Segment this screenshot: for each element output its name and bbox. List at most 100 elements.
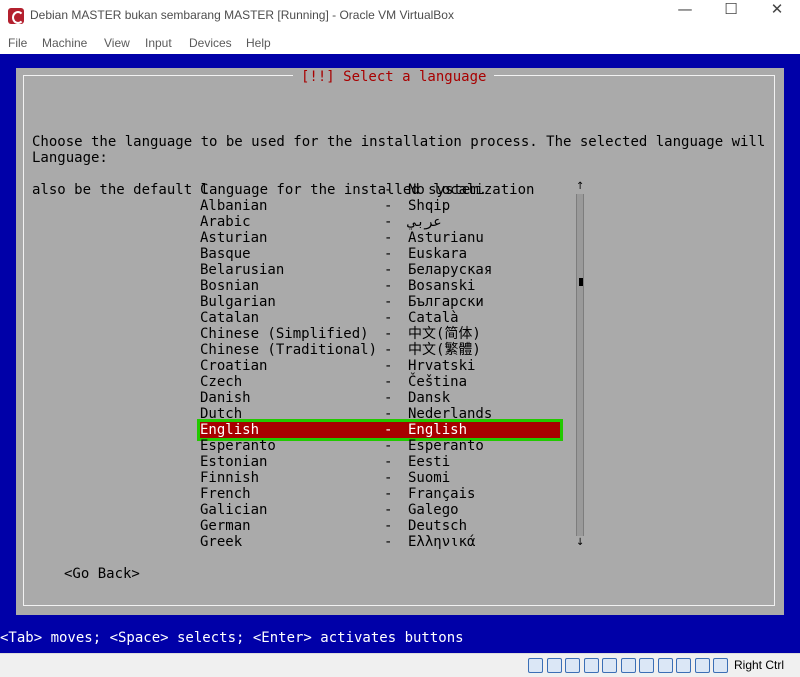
language-native-name: English — [408, 422, 468, 438]
installer-dialog: [!!] Select a language Choose the langua… — [16, 68, 784, 615]
language-option[interactable]: Albanian - Shqip — [200, 198, 560, 214]
minimize-button[interactable]: — — [662, 0, 708, 32]
language-separator: - — [384, 342, 393, 358]
language-separator: - — [384, 470, 393, 486]
scrollbar-track[interactable] — [576, 194, 584, 536]
vm-screen[interactable]: [!!] Select a language Choose the langua… — [0, 54, 800, 653]
language-name: Arabic — [200, 214, 251, 230]
language-native-name: Български — [408, 294, 484, 310]
scroll-up-arrow-icon[interactable]: ↑ — [576, 182, 584, 192]
display-icon[interactable] — [639, 658, 654, 673]
language-option[interactable]: Greek - Ελληνικά — [200, 534, 560, 550]
window-titlebar: Debian MASTER bukan sembarang MASTER [Ru… — [0, 0, 800, 32]
language-name: Greek — [200, 534, 243, 550]
menu-help[interactable]: Help — [246, 36, 271, 50]
language-option[interactable]: Croatian - Hrvatski — [200, 358, 560, 374]
close-button[interactable]: ✕ — [754, 0, 800, 32]
language-separator: - — [384, 406, 393, 422]
language-name: Esperanto — [200, 438, 276, 454]
language-option[interactable]: Bulgarian - Български — [200, 294, 560, 310]
language-option-selected[interactable]: English - English — [197, 419, 563, 441]
language-option[interactable]: Galician - Galego — [200, 502, 560, 518]
language-native-name: No localization — [408, 182, 535, 198]
language-option[interactable]: French - Français — [200, 486, 560, 502]
language-option[interactable]: Finnish - Suomi — [200, 470, 560, 486]
language-native-name: Galego — [408, 502, 459, 518]
language-list[interactable]: C - No localization Albanian - Shqip Arabic - عر… — [197, 182, 563, 550]
usb-icon[interactable] — [602, 658, 617, 673]
language-separator: - — [384, 454, 393, 470]
language-separator: - — [384, 502, 393, 518]
optical-drive-icon[interactable] — [546, 658, 562, 673]
language-name: Asturian — [200, 230, 268, 246]
language-option[interactable]: Asturian - Asturianu — [200, 230, 560, 246]
language-option[interactable]: Estonian - Eesti — [200, 454, 560, 470]
go-back-button[interactable]: <Go Back> — [64, 566, 140, 582]
language-option[interactable]: Esperanto - Esperanto — [200, 438, 560, 454]
shared-folder-icon[interactable] — [620, 658, 636, 673]
language-option[interactable]: Chinese (Traditional) - 中文(繁體) — [200, 342, 560, 358]
language-option[interactable]: Chinese (Simplified) - 中文(简体) — [200, 326, 560, 342]
language-name: Belarusian — [200, 262, 285, 278]
language-option[interactable]: Dutch - Nederlands — [200, 406, 560, 422]
language-separator: - — [384, 230, 393, 246]
language-separator: - — [384, 438, 393, 454]
language-separator: - — [384, 518, 393, 534]
menu-devices[interactable]: Devices — [189, 36, 232, 50]
language-native-name: عربي — [408, 214, 442, 230]
menu-machine[interactable]: Machine — [42, 36, 87, 50]
hard-disk-icon[interactable] — [528, 658, 543, 673]
language-name: Danish — [200, 390, 251, 406]
language-list-scrollbar[interactable]: ↑ ↓ — [576, 182, 584, 550]
language-name: Finnish — [200, 470, 260, 486]
language-native-name: Deutsch — [408, 518, 468, 534]
language-separator: - — [384, 326, 393, 342]
language-option[interactable]: Bosnian - Bosanski — [200, 278, 560, 294]
language-name: Chinese (Traditional) — [200, 342, 378, 358]
language-native-name: Euskara — [408, 246, 468, 262]
language-option[interactable]: German - Deutsch — [200, 518, 560, 534]
language-option[interactable]: Belarusian - Беларуская — [200, 262, 560, 278]
menu-file[interactable]: File — [8, 36, 27, 50]
language-separator: - — [384, 246, 393, 262]
language-separator: - — [384, 294, 393, 310]
language-name: Galician — [200, 502, 268, 518]
mouse-integration-icon[interactable] — [694, 658, 710, 673]
language-name: Dutch — [200, 406, 243, 422]
keyboard-icon[interactable] — [713, 658, 728, 673]
scrollbar-thumb[interactable] — [579, 278, 583, 286]
host-key-label: Right Ctrl — [734, 658, 785, 672]
network-icon[interactable] — [583, 658, 599, 673]
cpu-icon[interactable] — [676, 658, 691, 673]
language-name: French — [200, 486, 251, 502]
video-capture-icon[interactable] — [657, 658, 673, 673]
language-name: Catalan — [200, 310, 260, 326]
language-native-name: Hrvatski — [408, 358, 476, 374]
language-option[interactable]: Danish - Dansk — [200, 390, 560, 406]
scroll-down-arrow-icon[interactable]: ↓ — [576, 538, 584, 548]
language-option[interactable]: C - No localization — [200, 182, 560, 198]
language-native-name: Ελληνικά — [408, 534, 476, 550]
menu-view[interactable]: View — [104, 36, 130, 50]
language-option[interactable]: Basque - Euskara — [200, 246, 560, 262]
language-option[interactable]: Czech - Čeština — [200, 374, 560, 390]
language-option[interactable]: Catalan - Català — [200, 310, 560, 326]
audio-icon[interactable] — [565, 658, 580, 673]
language-name: Bosnian — [200, 278, 260, 294]
language-native-name: Bosanski — [408, 278, 476, 294]
language-native-name: Asturianu — [408, 230, 484, 246]
language-name: Croatian — [200, 358, 268, 374]
language-name: C — [200, 182, 209, 198]
language-name: Czech — [200, 374, 243, 390]
language-option[interactable]: Arabic - عربي — [200, 214, 560, 230]
description-line-1: Choose the language to be used for the i… — [32, 134, 766, 150]
maximize-button[interactable]: ☐ — [708, 0, 754, 32]
language-separator: - — [384, 486, 393, 502]
menu-input[interactable]: Input — [145, 36, 172, 50]
language-separator: - — [384, 422, 393, 438]
language-separator: - — [384, 278, 393, 294]
language-separator: - — [384, 390, 393, 406]
language-name: Bulgarian — [200, 294, 276, 310]
language-separator: - — [384, 262, 393, 278]
language-name: German — [200, 518, 251, 534]
